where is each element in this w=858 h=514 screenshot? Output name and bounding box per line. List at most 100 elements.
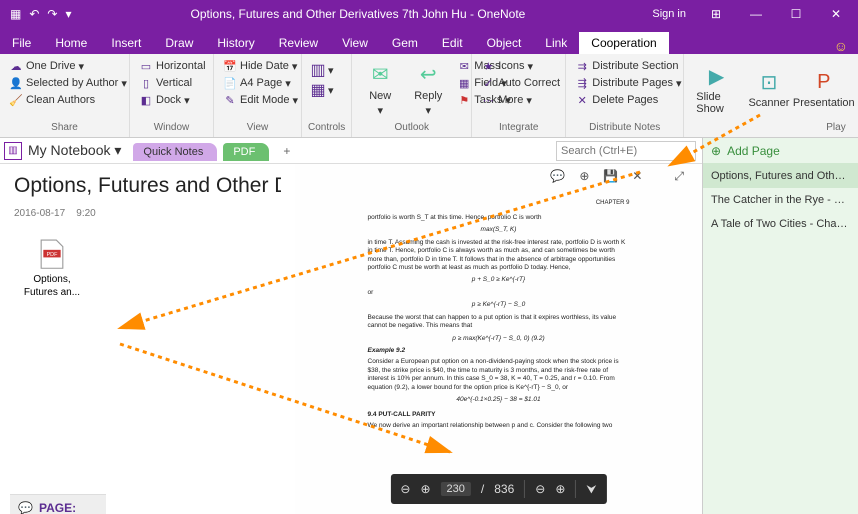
page-sidebar: ⊕Add Page Options, Futures and Other Der…	[702, 138, 858, 514]
controls-cell-button[interactable]: ▦▾	[308, 82, 337, 98]
viewer-save-icon[interactable]: 💾	[603, 169, 618, 183]
group-view-label: View	[220, 122, 295, 135]
presentation-button[interactable]: PPresentation	[795, 56, 853, 122]
vertical-button[interactable]: ▯Vertical	[136, 75, 209, 91]
maximize-button[interactable]: ☐	[778, 7, 814, 21]
pdf-attachment[interactable]: PDF Options, Futures an...	[22, 239, 82, 299]
menu-object[interactable]: Object	[475, 32, 534, 54]
icons-button[interactable]: ★Icons ▾	[478, 58, 563, 74]
reply-icon: ↩	[415, 62, 441, 88]
toolbar-sep2	[575, 480, 576, 498]
viewer-close-icon[interactable]: ✕	[632, 169, 642, 183]
close-button[interactable]: ✕	[818, 7, 854, 21]
notebook-name[interactable]: My Notebook ▾	[28, 142, 121, 159]
sign-in-link[interactable]: Sign in	[644, 8, 694, 20]
mass-icon: ✉	[457, 59, 471, 73]
pdf-page-content[interactable]: CHAPTER 9 portfolio is worth S_T at this…	[354, 192, 644, 498]
distribute-pages-button[interactable]: ⇶Distribute Pages ▾	[572, 75, 684, 91]
icons-icon: ★	[481, 59, 495, 73]
reply-mail-button[interactable]: ↩Reply▾	[406, 56, 450, 122]
dist-section-icon: ⇉	[575, 59, 589, 73]
dock-button[interactable]: ◧Dock ▾	[136, 92, 209, 108]
section-tab-pdf[interactable]: PDF	[223, 143, 269, 161]
group-share-label: Share	[6, 122, 123, 135]
page-icon: 📄	[223, 76, 237, 90]
delete-pages-button[interactable]: ✕Delete Pages	[572, 92, 684, 108]
flag-icon: ⚑	[457, 93, 471, 107]
controls-pane-button[interactable]: ▥▾	[308, 62, 337, 78]
horizontal-button[interactable]: ▭Horizontal	[136, 58, 209, 74]
group-play-label: Play	[690, 122, 858, 135]
page-down-icon[interactable]: ⊕	[420, 482, 430, 496]
menu-draw[interactable]: Draw	[153, 32, 205, 54]
clean-authors-button[interactable]: 🧹Clean Authors	[6, 92, 130, 108]
menu-edit[interactable]: Edit	[430, 32, 475, 54]
page-sep: /	[481, 482, 484, 496]
menu-gem[interactable]: Gem	[380, 32, 430, 54]
group-integrate-label: Integrate	[478, 122, 559, 135]
distribute-section-button[interactable]: ⇉Distribute Section	[572, 58, 684, 74]
zoom-out-icon[interactable]: ⊖	[535, 482, 545, 496]
menu-review[interactable]: Review	[267, 32, 330, 54]
more-button[interactable]: ⋯More ▾	[478, 92, 563, 108]
page-total: 836	[494, 482, 514, 496]
sidebar-page-item[interactable]: Options, Futures and Other Deriva	[703, 164, 858, 188]
dock-icon: ◧	[139, 93, 153, 107]
a4-page-button[interactable]: 📄A4 Page ▾	[220, 75, 301, 91]
scanner-button[interactable]: ⊡Scanner	[747, 56, 791, 122]
page-current[interactable]: 230	[441, 482, 471, 496]
cloud-icon: ☁	[9, 59, 23, 73]
field-icon: ▦	[457, 76, 471, 90]
new-mail-button[interactable]: ✉New▾	[358, 56, 402, 122]
page-up-icon[interactable]: ⊖	[400, 482, 410, 496]
edit-mode-button[interactable]: ✎Edit Mode ▾	[220, 92, 301, 108]
menu-home[interactable]: Home	[43, 32, 99, 54]
redo-icon[interactable]: ↷	[47, 7, 57, 21]
clean-icon: 🧹	[9, 93, 23, 107]
sidebar-page-item[interactable]: The Catcher in the Rye - J.D. Salin	[703, 188, 858, 212]
menu-file[interactable]: File	[0, 32, 43, 54]
menu-history[interactable]: History	[205, 32, 266, 54]
add-section-button[interactable]: +	[275, 141, 298, 161]
group-controls-label: Controls	[308, 122, 345, 135]
add-page-button[interactable]: ⊕Add Page	[703, 138, 858, 164]
page-indicator[interactable]: 💬PAGE: 230	[10, 494, 106, 514]
scanner-icon: ⊡	[756, 69, 782, 95]
minimize-button[interactable]: —	[738, 7, 774, 21]
dist-pages-icon: ⇶	[575, 76, 589, 90]
notebook-icon[interactable]: ▥	[4, 142, 22, 160]
page-title[interactable]: Options, Futures and Other Derivative	[14, 174, 281, 198]
zoom-in-icon[interactable]: ⊕	[555, 482, 565, 496]
ribbon-options-icon[interactable]: ⊞	[698, 7, 734, 21]
user-icon: 👤	[9, 76, 23, 90]
one-drive-button[interactable]: ☁One Drive ▾	[6, 58, 130, 74]
adobe-icon[interactable]: ⮟	[586, 482, 596, 497]
viewer-add-icon[interactable]: ⊕	[579, 169, 589, 183]
slide-show-button[interactable]: ▶Slide Show	[690, 56, 743, 122]
section-tab-quicknotes[interactable]: Quick Notes	[133, 143, 217, 161]
menu-cooperation[interactable]: Cooperation	[579, 32, 668, 54]
menu-link[interactable]: Link	[533, 32, 579, 54]
hide-date-button[interactable]: 📅Hide Date ▾	[220, 58, 301, 74]
menu-view[interactable]: View	[330, 32, 380, 54]
selected-by-author-button[interactable]: 👤Selected by Author ▾	[6, 75, 130, 91]
smiley-icon[interactable]: ☺	[824, 38, 858, 54]
menu-insert[interactable]: Insert	[99, 32, 153, 54]
svg-text:PDF: PDF	[47, 252, 59, 258]
slideshow-icon: ▶	[704, 63, 730, 89]
window-title: Options, Futures and Other Derivatives 7…	[72, 7, 645, 21]
pdf-file-icon: PDF	[39, 239, 65, 269]
pane-icon: ▥	[311, 63, 325, 77]
undo-icon[interactable]: ↶	[29, 7, 39, 21]
page-meta: 2016-08-17 9:20	[14, 208, 281, 219]
pdf-toolbar: ⊖ ⊕ 230 / 836 ⊖ ⊕ ⮟	[390, 474, 606, 504]
viewer-expand-icon[interactable]: ⤢	[674, 169, 684, 184]
auto-correct-button[interactable]: ✓Auto Correct	[478, 75, 563, 91]
group-outlook-label: Outlook	[358, 122, 465, 135]
attachment-label: Options, Futures an...	[24, 274, 80, 298]
viewer-comment-icon[interactable]: 💬	[550, 169, 565, 183]
pdf-viewer: 💬 ⊕ 💾 ✕ ⤢ CHAPTER 9 portfolio is worth S…	[295, 164, 702, 514]
ribbon: ☁One Drive ▾ 👤Selected by Author ▾ 🧹Clea…	[0, 54, 858, 138]
sidebar-page-item[interactable]: A Tale of Two Cities - Charles Dic	[703, 212, 858, 236]
search-input[interactable]	[556, 141, 696, 161]
